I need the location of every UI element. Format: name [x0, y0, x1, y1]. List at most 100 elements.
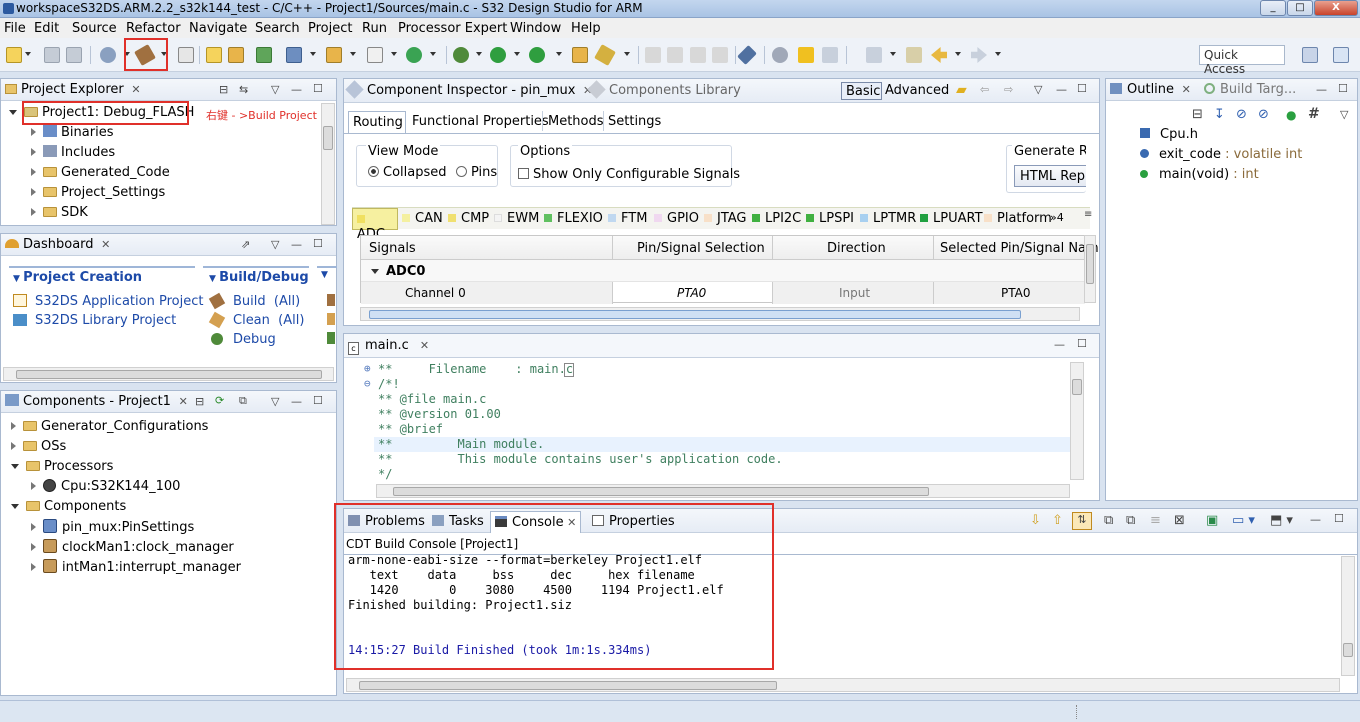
more-section-chevron-icon[interactable]: ▼: [321, 270, 328, 280]
code-line[interactable]: /*!: [378, 377, 400, 391]
chevron-down-icon[interactable]: [624, 52, 630, 56]
open-folder-icon[interactable]: [572, 47, 588, 63]
minimize-button[interactable]: _: [1260, 0, 1286, 16]
subtab-functional-properties[interactable]: Functional Properties: [412, 114, 549, 129]
tree-item-pin-mux[interactable]: pin_mux:PinSettings: [31, 519, 194, 535]
vertical-scrollbar[interactable]: [1070, 362, 1084, 480]
filter-icon[interactable]: ⧉: [239, 394, 247, 408]
view-menu-icon[interactable]: ▽: [1340, 108, 1348, 121]
show-only-configurable-checkbox[interactable]: Show Only Configurable Signals: [518, 167, 740, 182]
collapse-all-icon[interactable]: ⊟: [1192, 107, 1203, 122]
column-signals[interactable]: Signals: [369, 241, 416, 256]
more-tools-icon[interactable]: [327, 332, 335, 344]
view-menu-icon[interactable]: ▽: [271, 395, 279, 408]
close-icon[interactable]: ✕: [128, 83, 140, 96]
outline-item-cpu-h[interactable]: Cpu.h: [1140, 127, 1198, 142]
peripheral-tab-lpi2c[interactable]: LPI2C: [752, 208, 801, 230]
chevron-down-icon[interactable]: [25, 52, 31, 56]
close-icon[interactable]: ✕: [98, 238, 110, 251]
fold-collapse-icon[interactable]: ⊖: [364, 377, 371, 390]
back-arrow-icon[interactable]: ⇦: [980, 83, 989, 96]
dashboard-settings-icon[interactable]: ⇗: [241, 238, 250, 251]
word-wrap-icon[interactable]: ≡: [1150, 513, 1161, 528]
hide-macros-icon[interactable]: #: [1308, 106, 1320, 122]
peripheral-tab-flexio[interactable]: FLEXIO: [544, 208, 603, 230]
maximize-view-icon[interactable]: ☐: [1338, 82, 1348, 95]
horizontal-scrollbar[interactable]: [346, 678, 1340, 692]
outline-item-main[interactable]: main(void) : int: [1140, 167, 1259, 182]
horizontal-scrollbar[interactable]: [360, 307, 1080, 321]
suspend-icon[interactable]: [822, 47, 838, 63]
menu-project[interactable]: Project: [308, 21, 352, 36]
subtab-settings[interactable]: Settings: [608, 114, 661, 129]
more-tools-icon[interactable]: [327, 294, 335, 306]
forward-arrow-icon[interactable]: [971, 47, 987, 63]
maximize-button[interactable]: □: [1287, 0, 1313, 16]
menu-edit[interactable]: Edit: [34, 21, 59, 36]
menu-window[interactable]: Window: [510, 21, 561, 36]
peripheral-tab-lptmr[interactable]: LPTMR: [860, 208, 916, 230]
peripheral-tab-jtag[interactable]: JTAG: [704, 208, 747, 230]
menu-file[interactable]: File: [4, 21, 26, 36]
close-icon[interactable]: ✕: [175, 395, 188, 408]
peripheral-tab-ewm[interactable]: EWM: [494, 208, 539, 230]
chevron-down-icon[interactable]: [955, 52, 961, 56]
scroll-up-arrow-icon[interactable]: ⇧: [1052, 513, 1063, 528]
tab-console[interactable]: Console ✕: [490, 511, 582, 533]
word-wrap-icon[interactable]: [690, 47, 706, 63]
minimize-view-icon[interactable]: —: [291, 83, 302, 96]
clear-console-icon[interactable]: ⧉: [1104, 513, 1113, 528]
peripheral-tab-platform[interactable]: Platform: [984, 208, 1052, 230]
toggle-mark-icon[interactable]: [645, 47, 661, 63]
s32ds-library-project-link[interactable]: S32DS Library Project: [13, 313, 176, 328]
tab-list-icon[interactable]: ≡: [1084, 209, 1092, 220]
remove-launch-icon[interactable]: ⊠: [1174, 513, 1185, 528]
tree-item-cpu[interactable]: Cpu:S32K144_100: [31, 479, 180, 494]
save-icon[interactable]: [44, 47, 60, 63]
horizontal-scrollbar[interactable]: [3, 367, 334, 381]
toggle-block-icon[interactable]: [667, 47, 683, 63]
vertical-scrollbar[interactable]: [321, 103, 335, 225]
close-icon[interactable]: ✕: [564, 516, 576, 529]
chevron-down-icon[interactable]: [995, 52, 1001, 56]
refresh-icon[interactable]: [406, 47, 422, 63]
code-line[interactable]: ** This module contains user's applicati…: [378, 452, 783, 466]
menu-help[interactable]: Help: [571, 21, 601, 36]
peripheral-tab-lpspi[interactable]: LPSPI: [806, 208, 854, 230]
close-icon[interactable]: ✕: [1178, 83, 1191, 96]
menu-processor-expert[interactable]: Processor Expert: [398, 21, 507, 36]
run-icon[interactable]: [490, 47, 506, 63]
tree-item-sdk[interactable]: SDK: [31, 205, 88, 220]
new-class-icon[interactable]: [367, 47, 383, 63]
menu-run[interactable]: Run: [362, 21, 387, 36]
pen-icon[interactable]: [594, 44, 616, 66]
subtab-routing[interactable]: Routing: [348, 111, 406, 133]
tab-components[interactable]: Components - Project1 ✕: [5, 394, 188, 416]
tab-problems[interactable]: Problems: [348, 514, 425, 536]
monitor-icon[interactable]: [256, 47, 272, 63]
display-selected-console-icon[interactable]: ▭ ▾: [1232, 513, 1255, 528]
horizontal-scrollbar[interactable]: [376, 484, 1070, 498]
display-console-icon[interactable]: ▣: [1206, 513, 1218, 528]
code-line[interactable]: ** @file main.c: [378, 392, 486, 406]
outline-item-exit-code[interactable]: exit_code : volatile int: [1140, 147, 1302, 162]
maximize-view-icon[interactable]: ☐: [313, 82, 323, 95]
minimize-view-icon[interactable]: —: [1056, 83, 1067, 96]
last-edit-icon[interactable]: [906, 47, 922, 63]
tab-main-c[interactable]: c main.c ✕: [348, 338, 429, 360]
tab-properties[interactable]: Properties: [592, 514, 675, 536]
tree-item-generator-configurations[interactable]: Generator_Configurations: [11, 419, 208, 434]
subtab-methods[interactable]: Methods: [548, 114, 604, 129]
peripheral-tab-gpio[interactable]: GPIO: [654, 208, 699, 230]
column-direction[interactable]: Direction: [827, 241, 886, 256]
save-all-icon[interactable]: [66, 47, 82, 63]
quick-access-input[interactable]: Quick Access: [1199, 45, 1285, 76]
minimize-view-icon[interactable]: —: [1316, 83, 1327, 96]
view-menu-icon[interactable]: ▽: [271, 238, 279, 251]
tab-build-targets[interactable]: Build Targ...: [1204, 82, 1296, 104]
collapse-all-icon[interactable]: ⊟: [219, 83, 228, 96]
open-type-icon[interactable]: [326, 47, 342, 63]
menu-source[interactable]: Source: [72, 21, 117, 36]
chevron-down-icon[interactable]: [391, 52, 397, 56]
tree-item-generated-code[interactable]: Generated_Code: [31, 165, 170, 180]
